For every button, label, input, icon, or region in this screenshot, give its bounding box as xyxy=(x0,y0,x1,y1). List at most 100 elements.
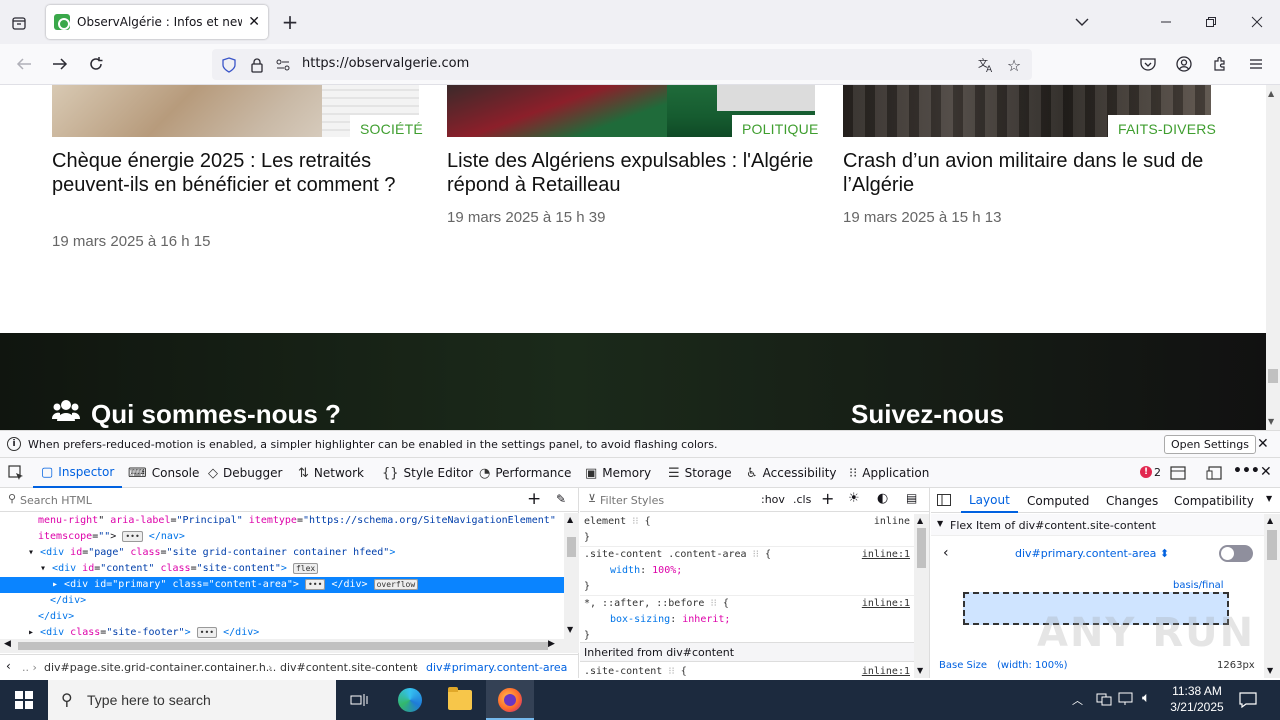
firefox-taskbar-button[interactable] xyxy=(486,680,534,720)
html-tree[interactable]: menu-right" aria-label="Principal" itemt… xyxy=(0,513,564,639)
close-icon[interactable]: ✕ xyxy=(1257,436,1269,452)
rule-source[interactable]: inline:1 xyxy=(862,596,910,612)
network-status-icon[interactable] xyxy=(1096,691,1112,707)
close-devtools-icon[interactable]: ✕ xyxy=(1260,464,1272,480)
notifications-icon[interactable] xyxy=(1238,690,1258,710)
rule-selector[interactable]: .site-content xyxy=(584,666,662,677)
tab-performance[interactable]: ◔ Performance xyxy=(479,458,571,488)
show-hidden-icons-icon[interactable]: ︿ xyxy=(1072,692,1083,708)
category-badge[interactable]: SOCIÉTÉ xyxy=(350,115,433,139)
restore-icon[interactable] xyxy=(1201,12,1221,32)
eyedropper-icon[interactable]: ✎ xyxy=(556,492,566,506)
html-tree-node[interactable]: ▾ <div id="page" class="site grid-contai… xyxy=(0,545,564,561)
responsive-design-icon[interactable] xyxy=(1206,465,1222,481)
tab-accessibility[interactable]: ♿ Accessibility xyxy=(746,458,837,488)
tab-storage[interactable]: ☰ Storage xyxy=(668,458,732,488)
taskbar-clock[interactable]: 11:38 AM 3/21/2025 xyxy=(1164,684,1230,714)
search-html-input[interactable] xyxy=(20,491,500,509)
html-tree-node[interactable]: ▾ <div id="content" class="site-content"… xyxy=(0,561,564,577)
translate-icon[interactable]: 文A xyxy=(976,55,996,75)
rule-source[interactable]: inline:1 xyxy=(862,664,910,680)
windows-start-icon[interactable] xyxy=(0,680,48,720)
chevron-left-icon[interactable]: ‹ xyxy=(943,545,949,561)
tab-style-editor[interactable]: {} Style Editor xyxy=(382,458,473,488)
tab-application[interactable]: ⁝⁝ Application xyxy=(849,458,929,488)
category-badge[interactable]: POLITIQUE xyxy=(732,115,829,139)
light-theme-icon[interactable]: ☀ xyxy=(848,491,860,506)
menu-icon[interactable] xyxy=(1246,54,1266,74)
error-count[interactable]: 2 xyxy=(1154,466,1161,479)
tab-layout[interactable]: Layout xyxy=(961,488,1018,513)
back-icon[interactable] xyxy=(14,54,34,74)
tab-changes[interactable]: Changes xyxy=(1106,488,1158,513)
article-title[interactable]: Liste des Algériens expulsables : l'Algé… xyxy=(447,149,817,197)
expand-icon[interactable]: ▼ xyxy=(937,519,943,528)
page-scrollbar[interactable]: ▲ ▼ xyxy=(1266,85,1280,430)
account-icon[interactable] xyxy=(1174,54,1194,74)
print-media-icon[interactable]: ▤ xyxy=(906,491,917,505)
browser-tab[interactable]: ObservAlgérie : Infos et news p ✕ xyxy=(46,5,268,39)
html-tree-node[interactable]: ▸ <div class="site-footer"> ••• </div> xyxy=(0,625,564,639)
lock-icon[interactable] xyxy=(248,56,266,74)
breadcrumb-item[interactable]: div#page.site.grid-container.container.h… xyxy=(44,661,276,674)
breadcrumb-item[interactable]: div#content.site-content xyxy=(280,661,417,674)
rule-selector[interactable]: .site-content .content-area xyxy=(584,549,747,560)
volume-icon[interactable]: 🔈︎ xyxy=(1142,690,1150,706)
element-picker-icon[interactable] xyxy=(8,465,24,481)
tab-memory[interactable]: ▣ Memory xyxy=(585,458,651,488)
tab-inspector[interactable]: ▢ Inspector xyxy=(33,458,123,488)
category-badge[interactable]: FAITS-DIVERS xyxy=(1108,115,1227,139)
tab-compatibility[interactable]: Compatibility xyxy=(1174,488,1254,513)
highlight-toggle[interactable] xyxy=(1219,545,1253,562)
split-console-icon[interactable] xyxy=(1170,465,1186,481)
hover-state-toggle[interactable]: :hov xyxy=(761,493,785,506)
more-options-icon[interactable]: ••• xyxy=(1233,463,1260,479)
taskbar-search[interactable]: ⚲ Type here to search xyxy=(48,680,336,720)
window-close-icon[interactable] xyxy=(1247,12,1267,32)
add-rule-icon[interactable]: + xyxy=(821,489,834,508)
display-icon[interactable] xyxy=(1118,691,1134,707)
filter-styles-input[interactable] xyxy=(600,491,750,509)
minimize-icon[interactable] xyxy=(1156,12,1176,32)
html-tree-node[interactable]: menu-right" aria-label="Principal" itemt… xyxy=(0,513,564,529)
chevron-down-icon[interactable]: ▼ xyxy=(1266,494,1272,503)
tab-debugger[interactable]: ◇ Debugger xyxy=(208,458,282,488)
url-text[interactable]: https://observalgerie.com xyxy=(302,56,469,71)
horizontal-scrollbar[interactable]: ◀ ▶ xyxy=(0,639,579,653)
article-title[interactable]: Crash d’un avion militaire dans le sud d… xyxy=(843,149,1213,197)
close-icon[interactable]: ✕ xyxy=(248,14,260,30)
permissions-icon[interactable] xyxy=(274,56,292,74)
extensions-icon[interactable] xyxy=(1210,54,1230,74)
flex-item-selector[interactable]: div#primary.content-area ⬍ xyxy=(1015,547,1169,560)
tab-computed[interactable]: Computed xyxy=(1027,488,1089,513)
tab-console[interactable]: ⌨ Console xyxy=(128,458,199,488)
forward-icon[interactable] xyxy=(50,54,70,74)
shield-icon[interactable] xyxy=(220,56,238,74)
add-node-icon[interactable]: + xyxy=(527,489,541,509)
new-tab-icon[interactable]: + xyxy=(280,10,300,34)
tab-overflow-icon[interactable] xyxy=(1072,12,1092,32)
pocket-icon[interactable] xyxy=(1138,54,1158,74)
rule-source[interactable]: inline xyxy=(874,514,910,530)
chevron-left-icon[interactable]: ‹ xyxy=(6,659,11,673)
tab-list-icon[interactable] xyxy=(8,12,30,34)
html-tree-node[interactable]: </div> xyxy=(0,593,564,609)
dark-theme-icon[interactable]: ◐ xyxy=(877,491,888,506)
open-settings-button[interactable]: Open Settings xyxy=(1164,435,1256,454)
error-icon[interactable]: ! xyxy=(1140,466,1152,478)
file-explorer-icon[interactable] xyxy=(448,687,472,710)
article-title[interactable]: Chèque énergie 2025 : Les retraités peuv… xyxy=(52,149,422,197)
css-value[interactable]: inherit; xyxy=(682,614,730,625)
edge-icon[interactable] xyxy=(398,688,422,712)
bookmark-star-icon[interactable]: ☆ xyxy=(1004,55,1024,75)
sidebar-toggle-icon[interactable] xyxy=(936,493,952,507)
tab-network[interactable]: ⇅ Network xyxy=(298,458,364,488)
breadcrumb-item[interactable]: div#primary.content-area xyxy=(426,661,567,674)
task-view-icon[interactable] xyxy=(348,688,372,712)
html-tree-node[interactable]: ▸ <div id="primary" class="content-area"… xyxy=(0,577,564,593)
rules-scrollbar[interactable]: ▲ ▼ xyxy=(914,514,929,678)
html-tree-node[interactable]: </div> xyxy=(0,609,564,625)
tree-scrollbar[interactable]: ▲ ▼ xyxy=(564,513,579,639)
rule-selector[interactable]: *, ::after, ::before xyxy=(584,598,704,609)
css-value[interactable]: 100%; xyxy=(652,565,682,576)
